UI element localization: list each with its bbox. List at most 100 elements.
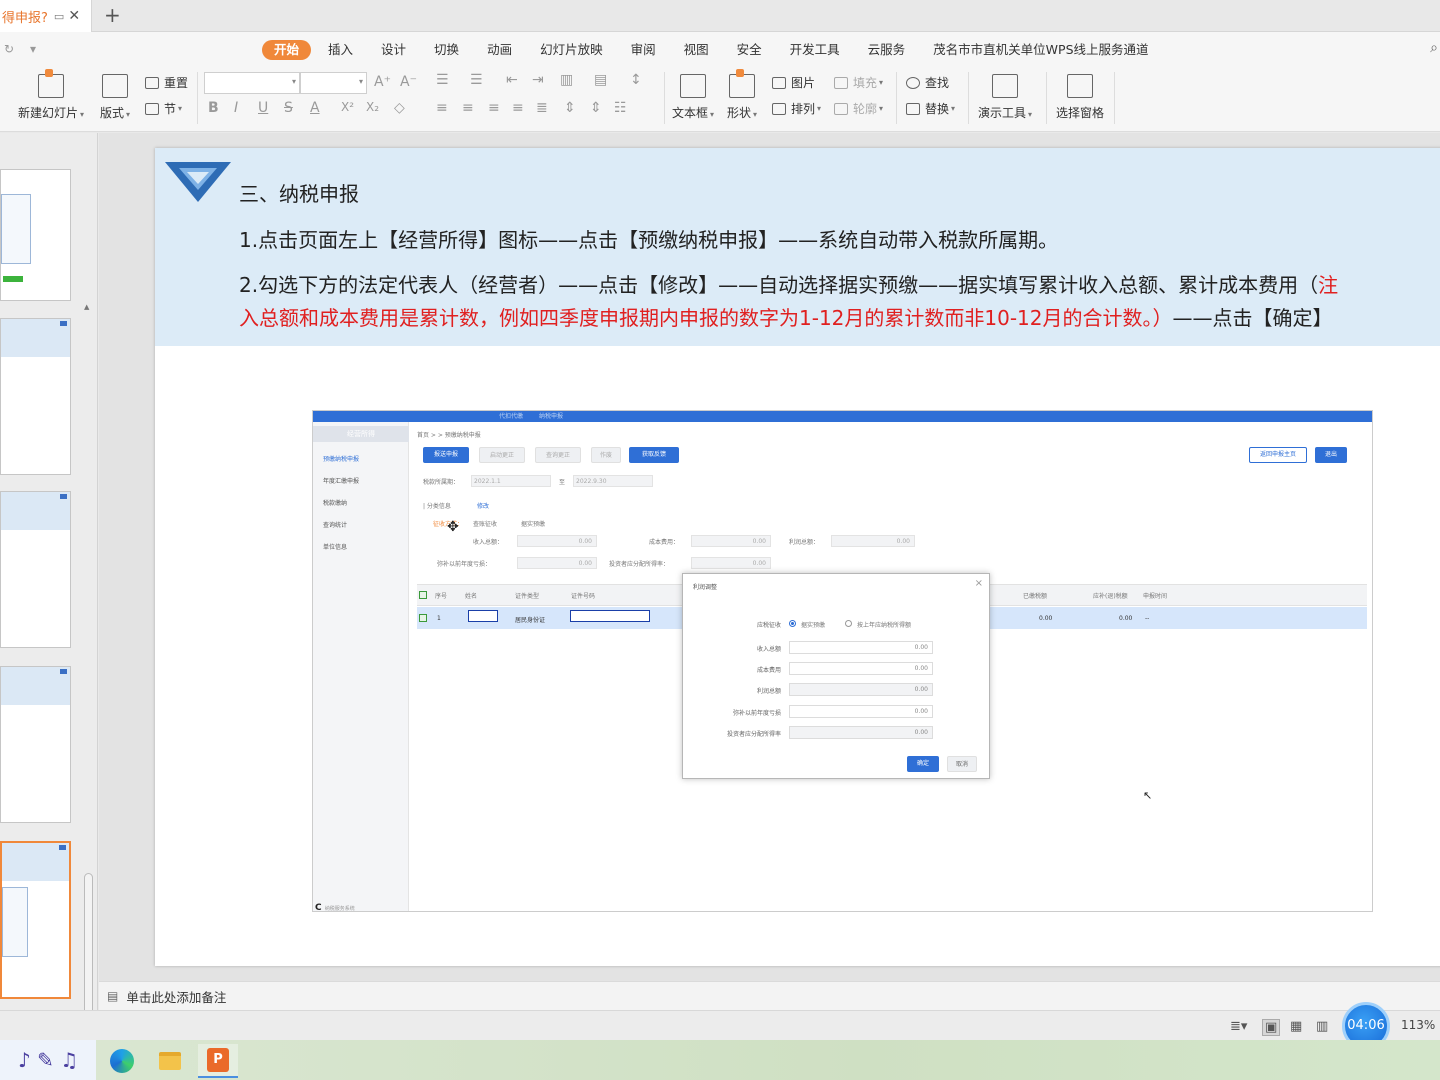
menu-cloud[interactable]: 云服务 (857, 40, 917, 60)
scrollbar-thumb[interactable] (84, 873, 93, 1023)
shape-button[interactable]: 形状 ▾ (727, 69, 757, 121)
layout-button[interactable]: 版式 ▾ (100, 74, 130, 121)
menu-security[interactable]: 安全 (726, 40, 773, 60)
document-tab-title: 得申报? (2, 10, 48, 26)
system-adjust-value: 0.00 (691, 557, 771, 569)
scroll-up-icon[interactable]: ▲ (84, 303, 89, 311)
italic-icon[interactable]: I (234, 100, 238, 116)
section-button[interactable]: 节 ▾ (145, 100, 182, 117)
number-list-icon[interactable]: ☰ (470, 72, 483, 88)
system-top-tab: 纳税申报 (539, 413, 564, 420)
bullet-list-icon[interactable]: ☰ (436, 72, 449, 88)
dialog-field-label: 投资者应分配所得率 (726, 731, 781, 738)
system-logo-letter: C (315, 903, 322, 912)
reading-view-icon[interactable]: ▥ (1316, 1019, 1328, 1034)
fill-button[interactable]: 填充 ▾ (834, 74, 883, 91)
divider (1046, 72, 1047, 124)
dialog-levy-label: 应税征收 (756, 622, 781, 629)
menu-slideshow[interactable]: 幻灯片放映 (529, 40, 614, 60)
close-tab-icon[interactable]: ✕ (68, 8, 80, 24)
system-table-header-cell: 证件号码 (571, 593, 596, 600)
menu-design[interactable]: 设计 (370, 40, 417, 60)
add-tab-button[interactable]: + (104, 3, 121, 27)
slide[interactable]: 三、纳税申报 1.点击页面左上【经营所得】图标——点击【预缴纳税申报】——系统自… (155, 148, 1440, 966)
thumbnail-logo (59, 845, 66, 850)
document-tab[interactable]: 得申报? ▭ ✕ (0, 0, 92, 32)
notes-bar[interactable]: ▤ 单击此处添加备注 (99, 981, 1440, 1010)
paragraph-settings-icon[interactable]: ☷ (614, 100, 627, 116)
menu-review[interactable]: 审阅 (620, 40, 667, 60)
system-loss-value: 0.00 (517, 557, 597, 569)
system-levy-value: 查账征收 (473, 521, 498, 528)
window-icon[interactable]: ▭ (54, 10, 64, 23)
quick-access-dropdown-icon[interactable]: ▾ (30, 42, 36, 56)
menu-insert[interactable]: 插入 (317, 40, 364, 60)
font-shrink-icon[interactable]: A⁻ (400, 74, 417, 90)
slide-thumbnail[interactable] (0, 169, 71, 301)
arrange-button[interactable]: 排列 ▾ (772, 100, 821, 117)
align-right-icon[interactable]: ≡ (488, 100, 500, 116)
taskbar-explorer[interactable] (150, 1044, 190, 1078)
system-adjust-label: 投资者应分配所得率： (609, 561, 670, 568)
picture-button[interactable]: 图片 (772, 74, 815, 91)
system-table-header-cell: 已缴税额 (1023, 593, 1048, 600)
slide-thumbnail[interactable] (0, 318, 71, 475)
search-icon[interactable]: ⌕ (1430, 40, 1438, 56)
subscript-icon[interactable]: X₂ (366, 100, 379, 114)
columns-icon[interactable]: ▥ (560, 72, 573, 88)
normal-view-icon[interactable]: ▣ (1262, 1019, 1281, 1036)
menu-view[interactable]: 视图 (673, 40, 720, 60)
thumbnail-scrollbar[interactable]: ▲ ▼ (82, 303, 94, 1080)
indent-icon[interactable]: ⇥ (532, 72, 544, 88)
slide-thumbnail[interactable] (0, 491, 71, 648)
bold-icon[interactable]: B (208, 100, 219, 116)
new-slide-button[interactable]: 新建幻灯片 ▾ (18, 69, 84, 121)
find-button[interactable]: 查找 (906, 74, 949, 91)
replace-button[interactable]: 替换 ▾ (906, 100, 955, 117)
menu-developer[interactable]: 开发工具 (779, 40, 851, 60)
taskbar-wps-presentation[interactable]: P (198, 1044, 238, 1078)
divider (968, 72, 969, 124)
menu-home[interactable]: 开始 (262, 40, 312, 60)
strikethrough-icon[interactable]: S (284, 100, 293, 116)
slide-thumbnail[interactable] (0, 666, 71, 823)
slide-sorter-view-icon[interactable]: ▦ (1290, 1019, 1302, 1034)
slide-thumbnail-selected[interactable] (0, 841, 71, 999)
present-tools-button[interactable]: 演示工具 ▾ (978, 74, 1032, 121)
menu-service-channel[interactable]: 茂名市市直机关单位WPS线上服务通道 (922, 40, 1159, 60)
notes-placeholder[interactable]: 单击此处添加备注 (126, 987, 226, 1006)
system-row-due: 0.00 (1119, 615, 1133, 622)
clear-format-icon[interactable]: ◇ (394, 100, 405, 116)
redo-icon[interactable]: ↻ (4, 42, 14, 56)
distribute-icon[interactable]: ≣ (536, 100, 548, 116)
system-loss-label: 弥补以前年度亏损： (437, 561, 492, 568)
zoom-level[interactable]: 113% (1401, 1018, 1435, 1032)
spacing-after-icon[interactable]: ⇕ (590, 100, 602, 116)
superscript-icon[interactable]: X² (341, 100, 354, 114)
notes-toggle-icon[interactable]: ≣▾ (1230, 1019, 1247, 1034)
taskbar-edge[interactable] (102, 1044, 142, 1078)
underline-icon[interactable]: U (258, 100, 268, 116)
textbox-button[interactable]: 文本框 ▾ (672, 74, 714, 121)
font-color-icon[interactable]: A (310, 100, 320, 116)
outdent-icon[interactable]: ⇤ (506, 72, 518, 88)
align-left-icon[interactable]: ≡ (436, 100, 448, 116)
dialog-ok-button: 确定 (907, 756, 939, 772)
align-center-icon[interactable]: ≡ (462, 100, 474, 116)
menu-animation[interactable]: 动画 (476, 40, 523, 60)
line-spacing-icon[interactable]: ↕ (630, 72, 642, 88)
font-grow-icon[interactable]: A⁺ (374, 74, 391, 90)
spacing-before-icon[interactable]: ⇕ (564, 100, 576, 116)
text-direction-icon[interactable]: ▤ (594, 72, 607, 88)
reset-button[interactable]: 重置 (145, 74, 188, 91)
outline-button[interactable]: 轮廓 ▾ (834, 100, 883, 117)
menu-transition[interactable]: 切换 (423, 40, 470, 60)
font-size-select[interactable]: ▾ (300, 72, 367, 94)
embedded-screenshot: 代扣代缴 纳税申报 经营所得 预缴纳税申报 年度汇缴申报 税款缴纳 查询统计 单… (312, 410, 1373, 912)
layout-icon (102, 74, 129, 98)
select-pane-button[interactable]: 选择窗格 (1056, 74, 1104, 121)
justify-icon[interactable]: ≡ (512, 100, 524, 116)
dialog-title: 利润调整 (693, 584, 718, 591)
font-name-select[interactable]: ▾ (204, 72, 300, 94)
shape-icon (729, 69, 756, 98)
